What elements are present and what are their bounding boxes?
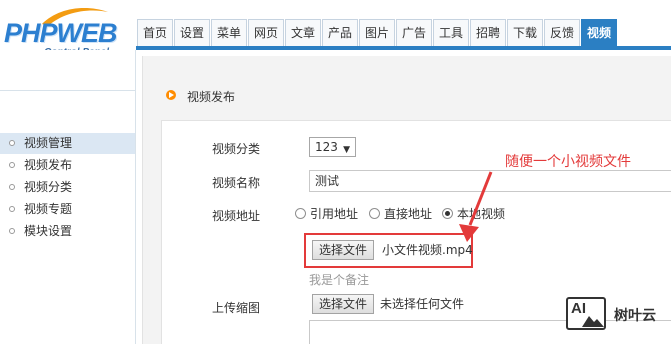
annotation-arrow-icon <box>459 171 493 242</box>
radio-dot <box>369 208 380 219</box>
annotation-text: 随便一个小视频文件 <box>505 154 631 170</box>
sidebar-item-label: 视频专题 <box>24 202 73 216</box>
watermark-name: 树叶云 <box>614 308 656 324</box>
sidebar-item-module-settings[interactable]: 模块设置 <box>0 221 135 242</box>
sidebar-item-video-publish[interactable]: 视频发布 <box>0 155 135 176</box>
address-label: 视频地址 <box>212 209 261 223</box>
video-file-highlight: 选择文件 小文件视频.mp4 <box>304 233 473 268</box>
tab-ads[interactable]: 广告 <box>396 19 432 46</box>
watermark: AI 树叶云 <box>566 297 671 330</box>
sidebar-item-video-category[interactable]: 视频分类 <box>0 177 135 198</box>
tab-downloads[interactable]: 下载 <box>507 19 543 46</box>
sidebar-item-video-topic[interactable]: 视频专题 <box>0 199 135 220</box>
arrow-right-icon <box>166 90 176 100</box>
bullet-icon <box>9 228 15 234</box>
radio-label: 直接地址 <box>384 207 433 221</box>
tab-articles[interactable]: 文章 <box>285 19 321 46</box>
radio-dot <box>295 208 306 219</box>
sidebar-divider <box>0 90 135 91</box>
tab-feedback[interactable]: 反馈 <box>544 19 580 46</box>
tab-menu[interactable]: 菜单 <box>211 19 247 46</box>
sidebar: 视频管理 视频发布 视频分类 视频专题 模块设置 <box>0 50 136 344</box>
tab-home[interactable]: 首页 <box>137 19 173 46</box>
sidebar-item-video-manage[interactable]: 视频管理 <box>0 133 135 154</box>
radio-label: 引用地址 <box>310 207 359 221</box>
logo-text: PHPWEB <box>4 18 118 48</box>
tab-images[interactable]: 图片 <box>359 19 395 46</box>
tab-products[interactable]: 产品 <box>322 19 358 46</box>
tab-tools[interactable]: 工具 <box>433 19 469 46</box>
tab-jobs[interactable]: 招聘 <box>470 19 506 46</box>
category-select[interactable]: 123 ▼ <box>309 137 356 157</box>
bullet-icon <box>9 140 15 146</box>
tab-pages[interactable]: 网页 <box>248 19 284 46</box>
caret-down-icon: ▼ <box>343 145 350 155</box>
category-select-value: 123 <box>315 140 338 154</box>
top-navigation: 首页 设置 菜单 网页 文章 产品 图片 广告 工具 招聘 下载 反馈 视频 <box>136 0 671 50</box>
category-label: 视频分类 <box>212 142 261 156</box>
watermark-badge: AI <box>566 297 606 330</box>
tab-settings[interactable]: 设置 <box>174 19 210 46</box>
sidebar-item-label: 视频分类 <box>24 180 73 194</box>
thumbnail-label: 上传缩图 <box>212 301 261 315</box>
sidebar-item-label: 模块设置 <box>24 224 73 238</box>
choose-video-file-button[interactable]: 选择文件 <box>312 240 375 260</box>
nav-underline-bar <box>136 46 671 50</box>
mountain-icon <box>582 316 604 327</box>
radio-reference-address[interactable]: 引用地址 <box>295 206 365 222</box>
bullet-icon <box>9 206 15 212</box>
choose-thumbnail-button[interactable]: 选择文件 <box>312 294 375 314</box>
section-header: 视频发布 <box>143 74 671 114</box>
hint-text: 我是个备注 <box>309 273 370 287</box>
radio-direct-address[interactable]: 直接地址 <box>369 206 439 222</box>
tab-video[interactable]: 视频 <box>581 19 617 46</box>
sidebar-item-label: 视频管理 <box>24 136 73 150</box>
name-label: 视频名称 <box>212 176 261 190</box>
bullet-icon <box>9 162 15 168</box>
sidebar-item-label: 视频发布 <box>24 158 73 172</box>
section-title: 视频发布 <box>187 90 236 104</box>
thumbnail-file-name: 未选择任何文件 <box>380 297 465 311</box>
bullet-icon <box>9 184 15 190</box>
radio-dot <box>442 208 453 219</box>
